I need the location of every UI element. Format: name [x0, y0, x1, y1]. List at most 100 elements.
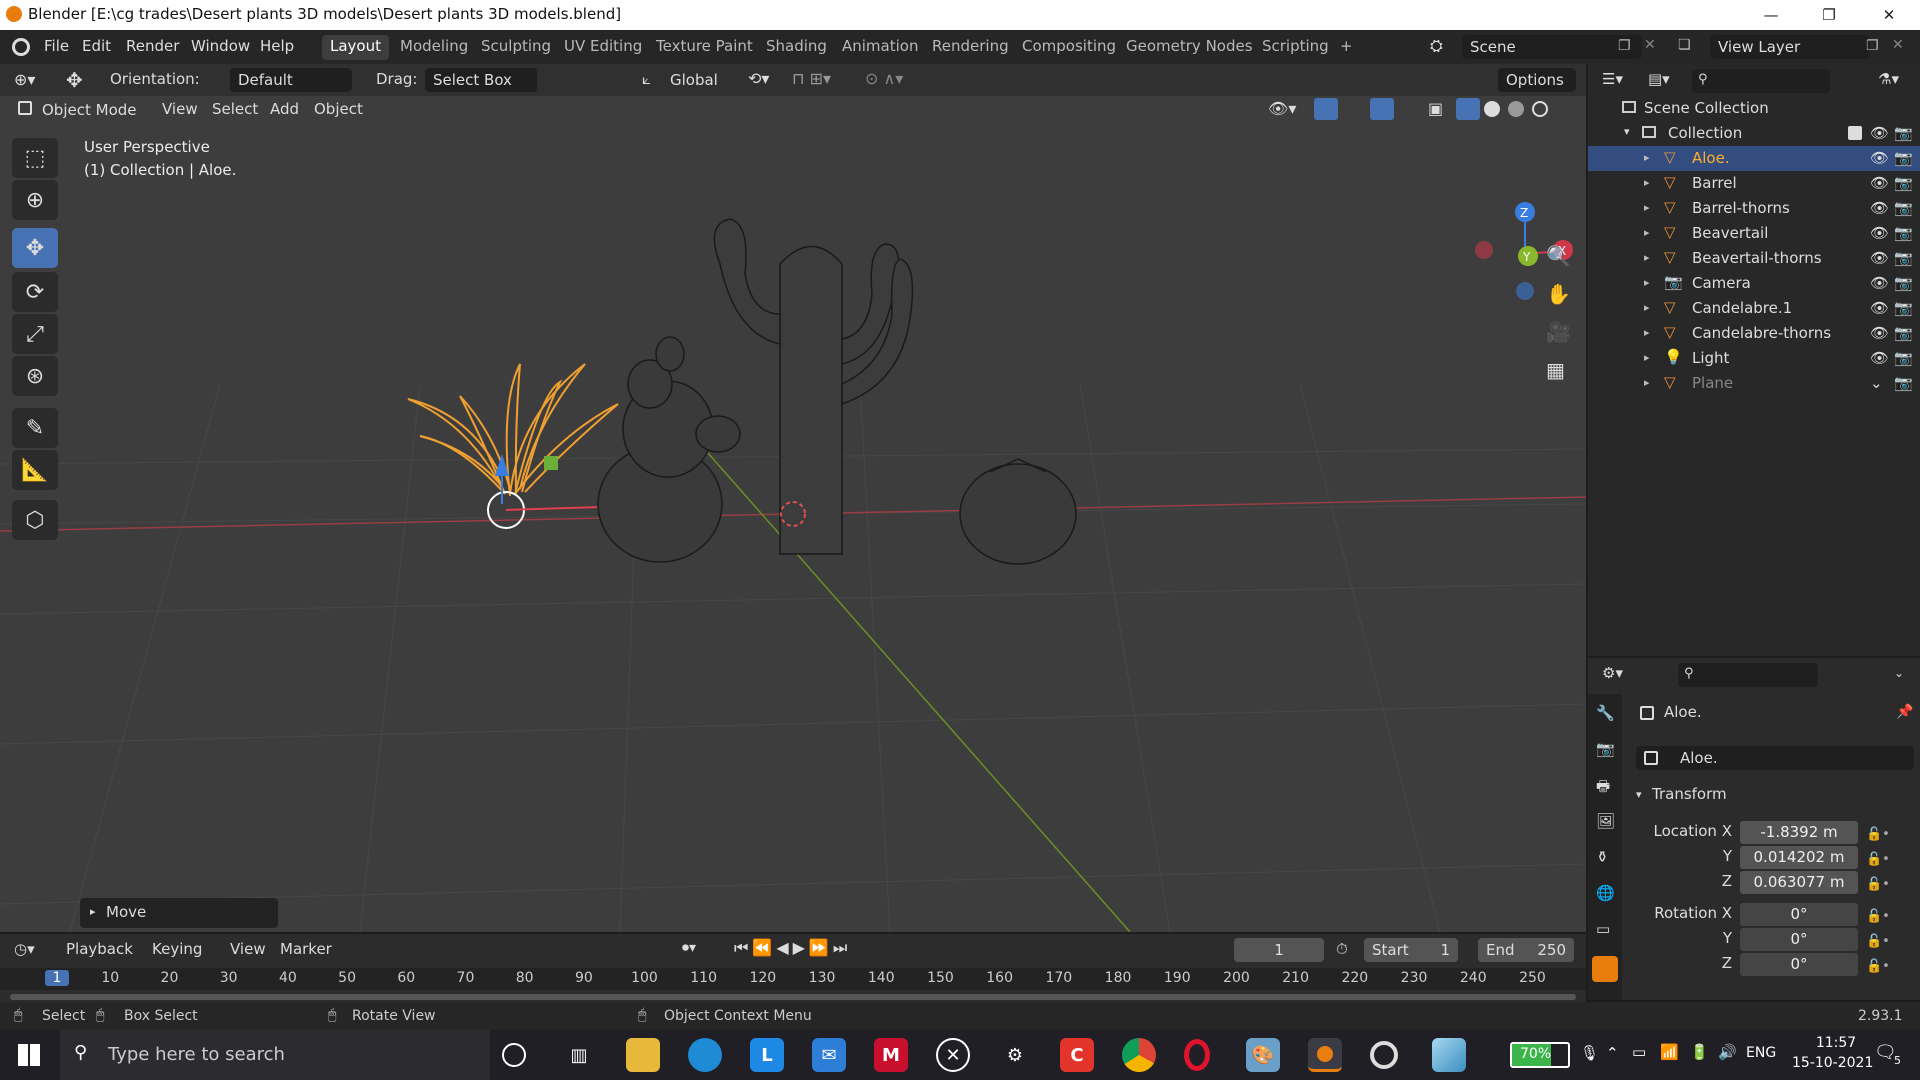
outliner-item-beavertail[interactable]: ▸ ▽ Beavertail 👁 📷: [1588, 221, 1920, 246]
timeline-menu-playback[interactable]: Playback: [66, 940, 133, 958]
scale-tool[interactable]: ⤢: [12, 314, 58, 354]
camera-render-icon[interactable]: 📷: [1894, 349, 1913, 367]
gizmo-toggle-icon[interactable]: [1314, 98, 1338, 120]
display-mode-icon[interactable]: ▤▾: [1648, 70, 1670, 88]
ortho-grid-icon[interactable]: ▦: [1546, 358, 1565, 382]
new-view-layer-icon[interactable]: ❐: [1866, 38, 1879, 54]
app-l-icon[interactable]: L: [750, 1038, 784, 1072]
solid-shading-icon[interactable]: [1484, 101, 1500, 117]
world-tab-icon[interactable]: 🌐: [1596, 884, 1615, 902]
viewport-menu-view[interactable]: View: [162, 100, 198, 118]
notepad-icon[interactable]: [1432, 1038, 1466, 1072]
viewport-menu-add[interactable]: Add: [270, 100, 299, 118]
panel-collapse-icon[interactable]: ▾: [1636, 788, 1642, 801]
eye-icon[interactable]: 👁: [1870, 274, 1889, 292]
eye-icon[interactable]: 👁: [1870, 299, 1889, 317]
move-tool[interactable]: ✥: [12, 228, 58, 268]
transform-orientation-dropdown[interactable]: Global: [662, 68, 734, 92]
rotate-tool[interactable]: ⟳: [12, 272, 58, 312]
microphone-icon[interactable]: 🎙: [1580, 1044, 1599, 1062]
chrome-icon[interactable]: [1122, 1038, 1156, 1072]
tab-shading[interactable]: Shading: [758, 35, 835, 60]
viewport-menu-select[interactable]: Select: [212, 100, 258, 118]
overlay-toggle-icon[interactable]: [1370, 98, 1394, 120]
operator-panel[interactable]: ▸ Move: [80, 898, 278, 928]
pivot-icon[interactable]: ⟲▾: [748, 69, 769, 88]
material-shading-icon[interactable]: [1508, 101, 1524, 117]
wifi-icon[interactable]: 📶: [1660, 1043, 1679, 1061]
scene-selector[interactable]: Scene: [1462, 35, 1642, 59]
object-tab-icon[interactable]: [1592, 956, 1618, 982]
timeline-editor-icon[interactable]: ◷▾: [14, 940, 35, 958]
tab-compositing[interactable]: Compositing: [1014, 35, 1124, 60]
camera-view-icon[interactable]: 🎥: [1546, 320, 1571, 344]
location-z-field[interactable]: 0.063077 m: [1740, 871, 1858, 894]
settings-gear-icon[interactable]: ⚙: [998, 1038, 1032, 1072]
3d-viewport[interactable]: Z Y X: [0, 64, 1586, 932]
wireframe-shading-icon[interactable]: [1456, 98, 1480, 120]
expand-arrow-icon[interactable]: ▸: [1644, 176, 1650, 189]
xray-icon[interactable]: ▣: [1428, 99, 1443, 118]
xbox-icon[interactable]: ✕: [936, 1038, 970, 1072]
camera-render-icon[interactable]: 📷: [1894, 299, 1913, 317]
show-hidden-icons[interactable]: ⌃: [1606, 1044, 1619, 1062]
eye-icon[interactable]: 👁: [1870, 199, 1889, 217]
expand-arrow-icon[interactable]: ▸: [1644, 151, 1650, 164]
clock-time[interactable]: 11:57: [1806, 1035, 1866, 1051]
location-x-field[interactable]: -1.8392 m: [1740, 821, 1858, 844]
options-dropdown[interactable]: Options: [1498, 68, 1576, 92]
outliner-item-plane[interactable]: ▸ ▽ Plane ⌄ 📷: [1588, 371, 1920, 396]
camera-render-icon[interactable]: 📷: [1894, 249, 1913, 267]
battery-indicator[interactable]: 70%: [1510, 1042, 1570, 1068]
edge-icon[interactable]: [688, 1038, 722, 1072]
camera-render-icon[interactable]: 📷: [1894, 274, 1913, 292]
drag-dropdown[interactable]: Select Box: [425, 68, 537, 92]
mode-dropdown[interactable]: Object Mode: [12, 98, 146, 122]
eye-icon[interactable]: 👁: [1870, 324, 1889, 342]
expand-arrow-icon[interactable]: ▸: [1644, 376, 1650, 389]
select-box-tool[interactable]: ⬚: [12, 138, 58, 178]
tab-modeling[interactable]: Modeling: [392, 35, 476, 60]
minimize-button[interactable]: —: [1742, 0, 1800, 30]
stopwatch-icon[interactable]: ⏱: [1336, 940, 1348, 958]
delete-scene-icon[interactable]: ✕: [1644, 37, 1656, 53]
delete-view-layer-icon[interactable]: ✕: [1892, 37, 1904, 53]
view-layer-selector[interactable]: View Layer: [1710, 35, 1870, 59]
task-view-icon[interactable]: ▥: [562, 1038, 596, 1072]
eye-icon[interactable]: 👁: [1870, 149, 1889, 167]
eye-icon[interactable]: 👁: [1870, 124, 1889, 142]
blender-menu-icon[interactable]: [12, 38, 30, 56]
playback-controls[interactable]: ⏮⏪◀▶⏩⏭: [734, 938, 851, 958]
timeline-scrollbar[interactable]: [10, 994, 1576, 1000]
mail-icon[interactable]: ✉: [812, 1038, 846, 1072]
editor-type-icon[interactable]: ⊕▾: [14, 70, 35, 89]
pin-icon[interactable]: 📌: [1896, 704, 1913, 720]
visibility-icon[interactable]: 👁▾: [1268, 99, 1296, 118]
orientation-dropdown[interactable]: Default: [230, 68, 352, 92]
camera-render-icon[interactable]: 📷: [1894, 199, 1913, 217]
add-cube-tool[interactable]: ⬡: [12, 500, 58, 540]
menu-help[interactable]: Help: [260, 37, 294, 55]
language-indicator[interactable]: ENG: [1746, 1045, 1776, 1061]
outliner-item-barrel-thorns[interactable]: ▸ ▽ Barrel-thorns 👁 📷: [1588, 196, 1920, 221]
annotate-tool[interactable]: ✎: [12, 408, 58, 448]
view-layer-tab-icon[interactable]: 🖼: [1596, 812, 1615, 830]
mcafee-icon[interactable]: M: [874, 1038, 908, 1072]
properties-editor-icon[interactable]: ⚙▾: [1602, 664, 1623, 682]
end-frame-field[interactable]: End 250: [1478, 938, 1574, 962]
camera-render-icon[interactable]: 📷: [1894, 374, 1913, 392]
tab-scripting[interactable]: Scripting: [1254, 35, 1337, 60]
current-frame-field[interactable]: 1: [1234, 938, 1324, 962]
measure-tool[interactable]: 📐: [12, 450, 58, 490]
camera-render-icon[interactable]: 📷: [1894, 149, 1913, 167]
presentation-app-icon[interactable]: C: [1060, 1038, 1094, 1072]
volume-icon[interactable]: 🔊: [1718, 1043, 1737, 1061]
rotation-y-field[interactable]: 0°: [1740, 928, 1858, 951]
timeline-menu-marker[interactable]: Marker: [280, 940, 332, 958]
close-button[interactable]: ✕: [1860, 0, 1918, 30]
proportional-edit-icon[interactable]: ⊙ ∧▾: [865, 69, 903, 88]
snap-icon[interactable]: ⊓ ⊞▾: [792, 69, 831, 88]
tab-geometry-nodes[interactable]: Geometry Nodes: [1118, 35, 1261, 60]
rotation-x-field[interactable]: 0°: [1740, 903, 1858, 926]
scene-tab-icon[interactable]: ⚱: [1596, 848, 1609, 866]
